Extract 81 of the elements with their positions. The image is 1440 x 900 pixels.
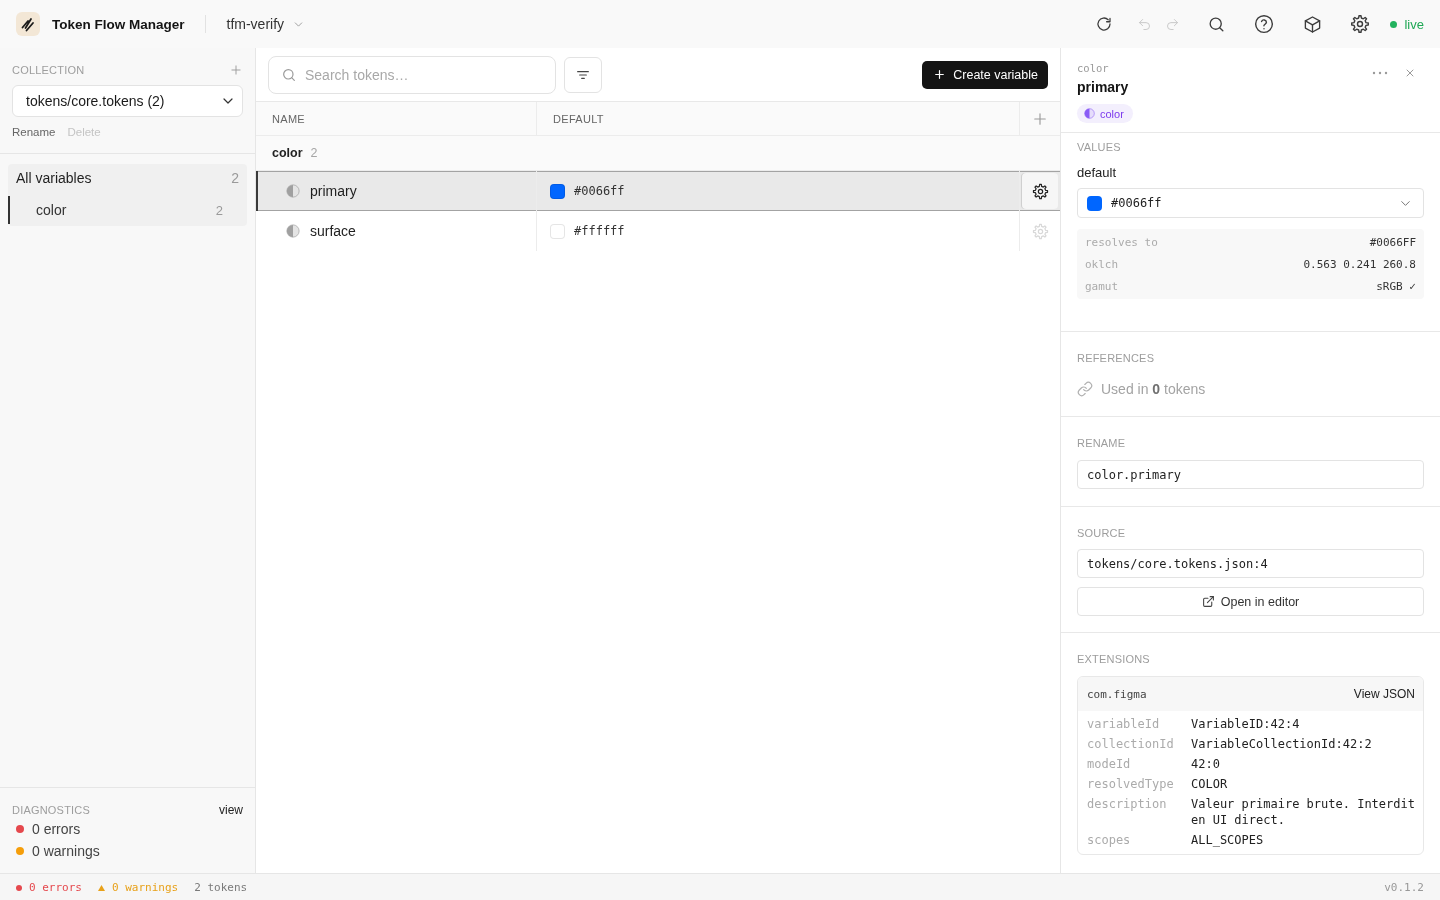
detail-value: 0.563 0.241 260.8 (1303, 257, 1416, 271)
value-select[interactable]: #0066ff (1077, 188, 1424, 218)
error-dot-icon (16, 884, 22, 891)
group-count: 2 (310, 146, 318, 160)
half-circle-icon (286, 224, 300, 238)
field-key: scopes (1087, 832, 1191, 848)
collection-select[interactable]: tokens/core.tokens (2) (12, 85, 243, 117)
field-value: VariableID:42:4 (1191, 716, 1301, 732)
extension-namespace: com.figma (1087, 687, 1147, 701)
field-key: variableId (1087, 716, 1191, 732)
table-row[interactable]: primary #0066ff (256, 171, 1060, 211)
token-count: 2 tokens (194, 881, 248, 894)
section-label: RENAME (1077, 437, 1127, 450)
version-label: v0.1.2 (1384, 881, 1424, 894)
token-name: surface (310, 223, 356, 239)
sidebar-item[interactable]: color 2 (8, 196, 247, 224)
item-count: 2 (231, 170, 239, 186)
warning-count: 0 warnings (112, 881, 179, 894)
mode-label: default (1077, 164, 1118, 182)
field-value: COLOR (1191, 776, 1229, 792)
link-icon (1077, 381, 1093, 397)
project-switcher[interactable]: tfm-verify (226, 16, 306, 32)
field-value: ALL_SCOPES (1191, 832, 1265, 848)
references-text: Used in 0 tokens (1101, 380, 1206, 399)
type-label: color (1100, 107, 1124, 120)
detail-key: resolves to (1085, 235, 1158, 249)
settings-icon (1031, 222, 1049, 240)
half-circle-icon (1084, 108, 1095, 119)
section-label: EXTENSIONS (1077, 653, 1151, 666)
token-name: primary (310, 183, 357, 199)
detail-key: gamut (1085, 279, 1119, 293)
settings-icon (1031, 182, 1049, 200)
status-label: live (1404, 16, 1424, 32)
token-value: #0066ff (574, 184, 625, 198)
plus-icon (229, 63, 243, 77)
error-count: 0 errors (29, 881, 82, 894)
field-key: description (1087, 796, 1191, 828)
column-header: DEFAULT (537, 102, 1020, 135)
item-count: 2 (215, 202, 223, 218)
logo-icon (16, 12, 40, 36)
section-label: COLLECTION (12, 64, 85, 76)
rename-field[interactable]: color.primary (1077, 460, 1424, 489)
diagnostic-text: 0 warnings (32, 843, 100, 859)
warning-triangle-icon (98, 884, 105, 891)
detail-value: sRGB ✓ (1376, 279, 1416, 293)
field-value: Valeur primaire brute. Interdit en UI direct. (1191, 796, 1416, 828)
section-label: SOURCE (1077, 527, 1127, 540)
search-field[interactable]: Search tokens… (268, 55, 556, 94)
token-path: color (1077, 61, 1110, 75)
section-label: VALUES (1077, 141, 1122, 154)
diagnostic-text: 0 errors (32, 821, 81, 837)
collection-action-link[interactable]: Rename (12, 126, 56, 138)
field-key: collectionId (1087, 736, 1191, 752)
detail-key: oklch (1085, 257, 1119, 271)
filter-button[interactable] (564, 56, 602, 93)
app-title: Token Flow Manager (52, 16, 185, 32)
half-circle-icon (286, 184, 300, 198)
create-variable-button[interactable]: Create variable (922, 60, 1048, 89)
add-collection-button[interactable] (229, 63, 243, 77)
view-link[interactable]: view (219, 803, 243, 817)
open-in-editor-button[interactable]: Open in editor (1077, 587, 1424, 616)
group-name: color (272, 146, 303, 160)
sidebar-item[interactable]: All variables 2 (8, 164, 247, 192)
view-json-link[interactable]: View JSON (1353, 687, 1415, 701)
more-icon (1372, 71, 1388, 75)
close-icon (1404, 67, 1416, 79)
field-key: modeId (1087, 756, 1191, 772)
plus-icon (933, 68, 947, 81)
section-label: DIAGNOSTICS (12, 804, 90, 816)
token-value: #ffffff (574, 224, 625, 238)
table-row[interactable]: surface #ffffff (256, 211, 1060, 251)
section-label: REFERENCES (1077, 352, 1156, 365)
field-value: 42:0 (1191, 756, 1221, 772)
column-header: NAME (256, 102, 537, 135)
source-field: tokens/core.tokens.json:4 (1077, 549, 1424, 578)
token-title: primary (1077, 78, 1130, 96)
field-value: VariableCollectionId:42:2 (1191, 736, 1373, 752)
external-link-icon (1201, 595, 1215, 608)
field-key: resolvedType (1087, 776, 1191, 792)
detail-value: #0066FF (1369, 235, 1416, 249)
row-settings-button[interactable] (1022, 173, 1058, 209)
